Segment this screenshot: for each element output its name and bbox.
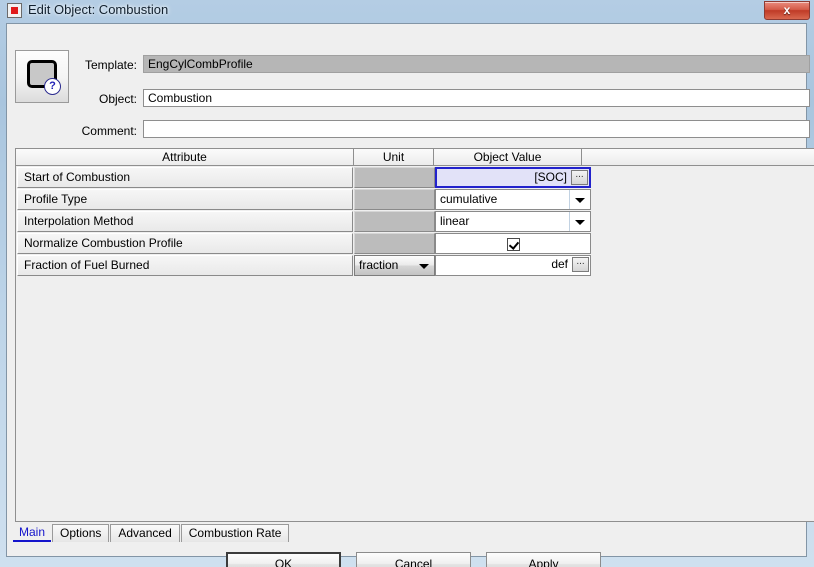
ok-button[interactable]: OK: [226, 552, 341, 567]
comment-input[interactable]: [143, 120, 810, 138]
tab-advanced[interactable]: Advanced: [110, 524, 180, 542]
object-value-cell[interactable]: cumulative: [435, 189, 591, 210]
normalize-checkbox[interactable]: [507, 237, 520, 251]
object-value-cell[interactable]: [SOC] ...: [435, 167, 591, 188]
unit-empty: [354, 211, 435, 232]
unit-text: fraction: [359, 258, 399, 272]
attribute-name-cell[interactable]: Profile Type: [17, 189, 353, 210]
column-header-unit[interactable]: Unit: [354, 149, 434, 166]
object-value-cell[interactable]: [435, 233, 591, 254]
object-label: Object:: [98, 92, 137, 106]
app-icon[interactable]: [7, 3, 22, 18]
attribute-name-cell[interactable]: Start of Combustion: [17, 167, 353, 188]
object-value-cell[interactable]: linear: [435, 211, 591, 232]
unit-empty: [354, 233, 435, 254]
column-header-attribute[interactable]: Attribute: [16, 149, 354, 166]
unit-empty: [354, 189, 435, 210]
close-icon: x: [783, 3, 791, 17]
attributes-table: Attribute Unit Object Value Start of Com…: [15, 148, 814, 522]
object-name-input[interactable]: Combustion: [143, 89, 810, 107]
value-text: def: [551, 257, 568, 271]
unit-cell: [354, 233, 435, 254]
unit-dropdown[interactable]: fraction: [354, 255, 435, 276]
value-text: cumulative: [440, 192, 498, 206]
unit-cell: [354, 211, 435, 232]
attribute-name-cell[interactable]: Fraction of Fuel Burned: [17, 255, 353, 276]
ellipsis-button[interactable]: ...: [572, 257, 589, 272]
value-text: [SOC]: [534, 170, 567, 184]
unit-cell[interactable]: fraction: [354, 255, 435, 276]
object-value-cell[interactable]: def ...: [435, 255, 591, 276]
value-input[interactable]: def ...: [435, 255, 591, 276]
chevron-down-icon[interactable]: [569, 212, 590, 231]
tab-bar: Main Options Advanced Combustion Rate: [13, 524, 290, 542]
unit-cell: [354, 167, 435, 188]
help-badge-glyph: ?: [49, 80, 56, 92]
comment-label: Comment:: [81, 124, 137, 138]
column-header-filler: [582, 149, 814, 166]
tab-options[interactable]: Options: [52, 524, 110, 542]
tab-combustion-rate[interactable]: Combustion Rate: [180, 524, 290, 542]
table-header-row: Attribute Unit Object Value: [16, 149, 814, 166]
object-type-icon[interactable]: ?: [15, 50, 69, 103]
tab-main[interactable]: Main: [13, 524, 52, 542]
red-square-icon: [11, 7, 18, 14]
cancel-button[interactable]: Cancel: [356, 552, 471, 567]
attribute-name-cell[interactable]: Normalize Combustion Profile: [17, 233, 353, 254]
value-checkbox-wrap[interactable]: [435, 233, 591, 254]
value-input-selected[interactable]: [SOC] ...: [435, 167, 591, 188]
apply-button[interactable]: Apply: [486, 552, 601, 567]
ellipsis-button[interactable]: ...: [571, 170, 588, 185]
attribute-name-cell[interactable]: Interpolation Method: [17, 211, 353, 232]
chevron-down-icon[interactable]: [569, 190, 590, 209]
unit-cell: [354, 189, 435, 210]
close-button[interactable]: x: [764, 1, 810, 20]
chevron-down-icon[interactable]: [413, 256, 434, 275]
application-window: Edit Object: Combustion x ? Template: En…: [0, 0, 814, 567]
value-dropdown[interactable]: cumulative: [435, 189, 591, 210]
help-badge-icon: ?: [44, 78, 61, 95]
unit-empty: [354, 167, 435, 188]
client-area: ? Template: EngCylCombProfile Object: Co…: [6, 23, 814, 567]
window-title: Edit Object: Combustion: [28, 2, 169, 17]
template-value: EngCylCombProfile: [143, 55, 810, 73]
template-label: Template:: [84, 58, 137, 72]
value-text: linear: [440, 214, 470, 228]
column-header-object-value[interactable]: Object Value: [434, 149, 582, 166]
value-dropdown[interactable]: linear: [435, 211, 591, 232]
title-bar[interactable]: Edit Object: Combustion x: [0, 0, 814, 22]
